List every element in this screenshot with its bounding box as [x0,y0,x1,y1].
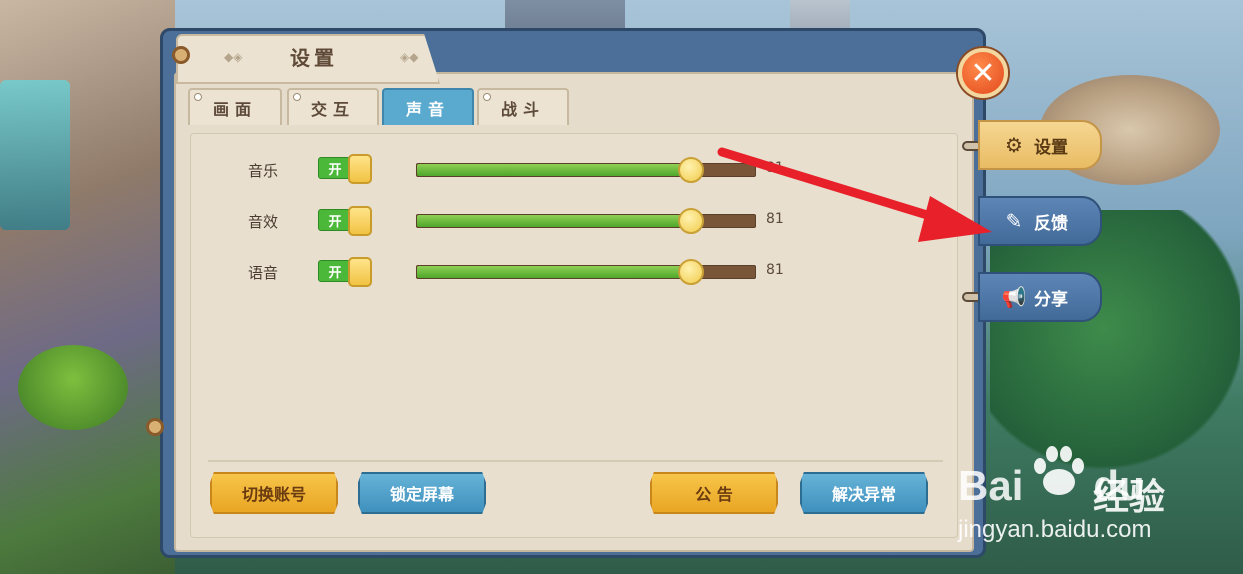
background-bush [18,345,128,430]
binder-ring-icon [172,46,190,64]
tab-label: 画面 [212,99,257,119]
sfx-toggle[interactable]: 开 [318,206,373,236]
edit-icon: ✎ [1005,209,1023,233]
side-tab-label: 设置 [1034,137,1068,158]
voice-toggle[interactable]: 开 [318,257,373,287]
title-decoration-icon: ◈◆ [400,50,419,64]
pin-icon [293,93,301,101]
tab-sound[interactable]: 声音 [382,88,474,125]
voice-volume-value: 81 [766,262,784,278]
gear-icon: ⚙ [1005,133,1023,157]
watermark-brand-cn: 经验 [1093,477,1166,518]
close-button[interactable]: ✕ [958,48,1008,98]
paw-icon [1034,446,1084,495]
annotation-arrow-icon [717,147,992,242]
music-toggle[interactable]: 开 [318,154,373,184]
title-decoration-icon: ◆◈ [224,50,243,64]
side-tab-label: 分享 [1034,289,1068,310]
switch-account-button[interactable]: 切换账号 [210,472,338,514]
lock-screen-button[interactable]: 锁定屏幕 [358,472,486,514]
toggle-knob [348,206,372,236]
toggle-knob [348,257,372,287]
slider-fill [417,164,691,176]
watermark-url: jingyan.baidu.com [958,516,1152,543]
tab-label: 交互 [310,99,355,119]
pin-icon [483,93,491,101]
pin-icon [194,93,202,101]
tab-combat[interactable]: 战斗 [477,88,569,125]
tab-interaction[interactable]: 交互 [287,88,379,125]
toggle-knob [348,154,372,184]
divider [208,460,943,462]
tab-display[interactable]: 画面 [188,88,282,125]
tab-label: 战斗 [500,99,545,119]
voice-label: 语音 [248,264,279,282]
background-scenery-left [0,0,175,574]
binder-ring-icon [146,418,164,436]
sfx-label: 音效 [248,213,279,231]
slider-thumb[interactable] [677,259,704,285]
watermark-brand-left: Bai [958,462,1024,509]
dialog-title: 设置 [290,46,338,70]
music-label: 音乐 [248,162,279,180]
announcement-button[interactable]: 公 告 [650,472,778,514]
tab-label: 声音 [405,99,450,119]
background-tower [0,80,70,230]
close-x-icon: ✕ [970,55,996,91]
voice-volume-slider[interactable] [416,259,756,285]
megaphone-icon: 📢 [1001,285,1027,309]
slider-fill [417,215,691,227]
fix-issue-button[interactable]: 解决异常 [800,472,928,514]
side-tab-share[interactable]: 📢 分享 [978,272,1102,322]
background-tree [990,210,1240,470]
slider-fill [417,266,691,278]
side-tab-label: 反馈 [1034,213,1068,234]
